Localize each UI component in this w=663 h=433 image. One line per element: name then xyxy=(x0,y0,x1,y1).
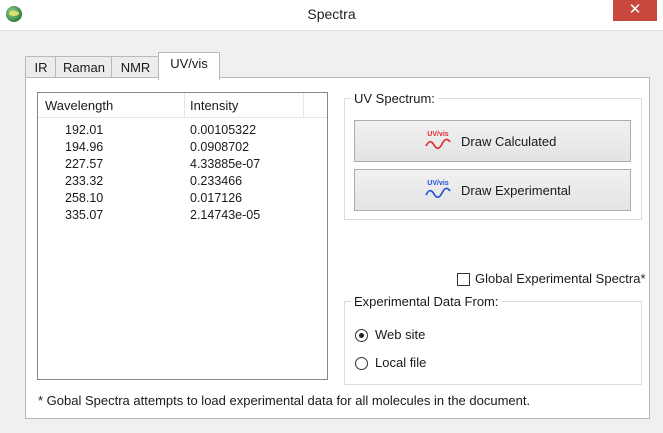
list-row[interactable]: 227.57 4.33885e-07 xyxy=(38,157,327,174)
tab-nmr[interactable]: NMR xyxy=(111,56,160,79)
wavelength-cell: 194.96 xyxy=(65,140,104,154)
list-header: Wavelength Intensity xyxy=(38,93,327,118)
column-divider xyxy=(184,93,185,117)
draw-experimental-button[interactable]: UV/vis Draw Experimental xyxy=(354,169,631,211)
footnote: * Gobal Spectra attempts to load experim… xyxy=(38,393,531,408)
draw-calculated-label: Draw Calculated xyxy=(461,134,557,149)
intensity-cell: 4.33885e-07 xyxy=(190,157,261,171)
uv-vis-icon-text: UV/vis xyxy=(427,131,449,138)
uv-vis-icon-text: UV/vis xyxy=(427,180,449,187)
web-site-label: Web site xyxy=(375,327,426,342)
column-header-wavelength[interactable]: Wavelength xyxy=(45,98,113,113)
uv-vis-experimental-icon: UV/vis xyxy=(425,180,451,199)
wavelength-cell: 258.10 xyxy=(65,191,104,205)
radio-selected-dot xyxy=(359,333,364,338)
uv-vis-panel: Wavelength Intensity 192.01 0.00105322 1… xyxy=(25,77,650,419)
wavelength-cell: 227.57 xyxy=(65,157,104,171)
column-header-intensity[interactable]: Intensity xyxy=(190,98,238,113)
wavelength-cell: 192.01 xyxy=(65,123,104,137)
global-experimental-checkbox[interactable] xyxy=(457,273,470,286)
wavelength-cell: 233.32 xyxy=(65,174,104,188)
uv-spectrum-group: UV Spectrum: UV/vis Draw Calculated UV/v… xyxy=(344,91,642,220)
intensity-cell: 0.017126 xyxy=(190,191,243,205)
list-row[interactable]: 335.07 2.14743e-05 xyxy=(38,208,327,225)
window-title: Spectra xyxy=(307,6,356,22)
column-divider xyxy=(303,93,304,117)
list-row[interactable]: 233.32 0.233466 xyxy=(38,174,327,191)
global-experimental-label: Global Experimental Spectra* xyxy=(475,271,646,286)
tab-raman[interactable]: Raman xyxy=(55,56,113,79)
close-button[interactable]: ✕ xyxy=(613,0,657,21)
intensity-cell: 0.0908702 xyxy=(190,140,250,154)
local-file-label: Local file xyxy=(375,355,427,370)
peak-list[interactable]: Wavelength Intensity 192.01 0.00105322 1… xyxy=(37,92,328,380)
local-file-radio[interactable] xyxy=(355,357,368,370)
tab-ir[interactable]: IR xyxy=(25,56,57,79)
spectra-window: Spectra ✕ IR Raman NMR UV/vis Wavelength… xyxy=(0,0,663,433)
draw-calculated-button[interactable]: UV/vis Draw Calculated xyxy=(354,120,631,162)
wavelength-cell: 335.07 xyxy=(65,208,104,222)
list-row[interactable]: 258.10 0.017126 xyxy=(38,191,327,208)
list-row[interactable]: 192.01 0.00105322 xyxy=(38,123,327,140)
draw-experimental-label: Draw Experimental xyxy=(461,183,571,198)
intensity-cell: 0.233466 xyxy=(190,174,243,188)
experimental-data-group: Experimental Data From: Web site Local f… xyxy=(344,294,642,385)
intensity-cell: 2.14743e-05 xyxy=(190,208,261,222)
uv-vis-calculated-icon: UV/vis xyxy=(425,131,451,150)
intensity-cell: 0.00105322 xyxy=(190,123,257,137)
tab-uv-vis[interactable]: UV/vis xyxy=(158,52,220,80)
title-bar: Spectra ✕ xyxy=(0,0,663,31)
list-row[interactable]: 194.96 0.0908702 xyxy=(38,140,327,157)
experimental-data-group-label: Experimental Data From: xyxy=(351,294,502,309)
web-site-radio[interactable] xyxy=(355,329,368,342)
uv-spectrum-group-label: UV Spectrum: xyxy=(351,91,438,106)
